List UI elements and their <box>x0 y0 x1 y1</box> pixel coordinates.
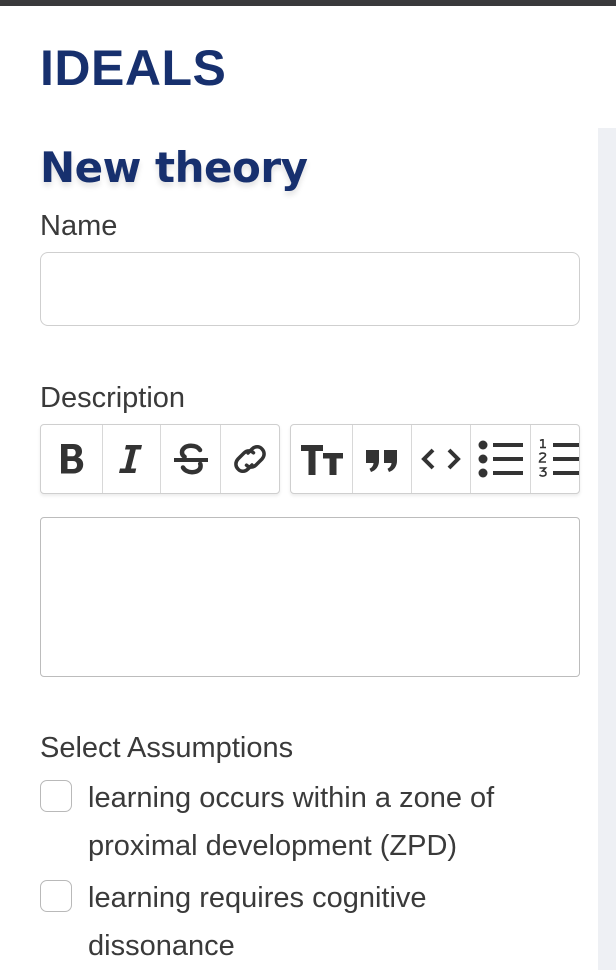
assumption-label: learning occurs within a zone of proxima… <box>88 782 495 862</box>
name-label: Name <box>40 210 118 242</box>
scrollbar-track[interactable] <box>598 128 616 970</box>
heading-icon <box>300 445 343 475</box>
quote-button[interactable] <box>353 425 412 493</box>
assumption-option[interactable]: learning requires cognitive dissonance <box>40 874 580 970</box>
new-theory-form: New theory Name Description Select Assum… <box>0 128 598 970</box>
heading-button[interactable] <box>291 425 353 493</box>
numbered-list-button[interactable] <box>531 425 579 493</box>
app-header: IDEALS <box>0 6 616 128</box>
formatting-toolbar-block <box>290 424 580 494</box>
link-button[interactable] <box>221 425 278 493</box>
assumption-option[interactable]: learning occurs within a zone of proxima… <box>40 774 580 870</box>
brand-logo[interactable]: IDEALS <box>40 42 226 94</box>
quote-icon <box>366 450 397 472</box>
name-input[interactable] <box>40 252 580 326</box>
description-label: Description <box>40 382 186 414</box>
code-button[interactable] <box>412 425 471 493</box>
bullet-list-icon <box>478 440 523 478</box>
bold-icon <box>60 444 83 474</box>
page-title: New theory <box>40 143 308 192</box>
code-icon <box>421 448 461 470</box>
bullet-list-button[interactable] <box>471 425 531 493</box>
italic-button[interactable] <box>103 425 161 493</box>
link-icon <box>233 445 266 473</box>
assumption-label: learning requires cognitive dissonance <box>88 882 427 962</box>
assumptions-label: Select Assumptions <box>40 732 294 764</box>
assumption-checkbox[interactable] <box>40 780 72 812</box>
italic-icon <box>118 445 142 473</box>
strikethrough-icon <box>173 443 208 475</box>
formatting-toolbar-text <box>40 424 280 494</box>
bold-button[interactable] <box>41 425 103 493</box>
assumption-checkbox[interactable] <box>40 880 72 912</box>
description-editor[interactable] <box>40 517 580 677</box>
numbered-list-icon <box>538 439 579 477</box>
strikethrough-button[interactable] <box>161 425 221 493</box>
